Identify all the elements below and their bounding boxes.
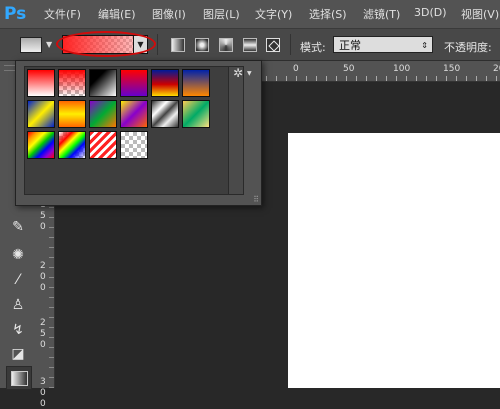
- chevron-down-icon[interactable]: ▼: [247, 70, 252, 77]
- ruler-tick-label: 0: [40, 388, 46, 398]
- ruler-tick-label: 0: [40, 222, 46, 232]
- gradient-preset-violet-green-orange[interactable]: [89, 100, 117, 128]
- gradient-preset-orange-yellow-orange[interactable]: [58, 100, 86, 128]
- gradient-preset-blue-orange[interactable]: [182, 69, 210, 97]
- ruler-tick-label: 100: [393, 64, 411, 74]
- gradient-preset-spectrum[interactable]: [27, 131, 55, 159]
- ruler-tick-label: 2: [40, 318, 46, 328]
- divider: [157, 34, 158, 55]
- spot-healing-icon[interactable]: ✺: [6, 244, 30, 266]
- menu-item[interactable]: 3D(D): [414, 6, 447, 19]
- angle-gradient-button[interactable]: [219, 38, 233, 52]
- menu-item[interactable]: 选择(S): [309, 6, 347, 22]
- ruler-tick-label: 0: [40, 283, 46, 293]
- gradient-preset-yellow-violet-orange[interactable]: [120, 100, 148, 128]
- linear-gradient-button[interactable]: [171, 38, 185, 52]
- gradient-preset-red-violet[interactable]: [120, 69, 148, 97]
- picker-scrollbar[interactable]: [228, 66, 244, 195]
- gradient-preset-black-white[interactable]: [89, 69, 117, 97]
- gradient-picker-panel: ✲ ▼ ⠿: [15, 60, 262, 206]
- annotation-ellipse: [56, 31, 156, 57]
- radial-gradient-button[interactable]: [195, 38, 209, 52]
- ruler-tick-label: 0: [40, 272, 46, 282]
- ruler-tick-label: 2: [40, 261, 46, 271]
- ruler-tick-label: 3: [40, 377, 46, 387]
- menu-item[interactable]: 编辑(E): [98, 6, 136, 22]
- menu-item[interactable]: 文字(Y): [255, 6, 292, 22]
- mode-select[interactable]: 正常 ⇕: [333, 36, 433, 53]
- gradient-preset-blue-red-yellow[interactable]: [151, 69, 179, 97]
- clone-stamp-icon[interactable]: ♙: [6, 294, 30, 316]
- tool-preset-picker[interactable]: [20, 37, 42, 53]
- gradient-preset-gold-green[interactable]: [182, 100, 210, 128]
- ruler-tick-label: 5: [40, 211, 46, 221]
- menu-bar: Ps 文件(F) 编辑(E) 图像(I) 图层(L) 文字(Y) 选择(S) 滤镜(T) 3D…: [0, 0, 500, 29]
- menu-item[interactable]: 图像(I): [152, 6, 186, 22]
- tool-preset-arrow-icon[interactable]: ▼: [46, 40, 52, 49]
- app-logo: Ps: [4, 4, 27, 24]
- gradient-preset-transparent-stripes[interactable]: [89, 131, 117, 159]
- diamond-gradient-button[interactable]: [266, 38, 280, 52]
- opacity-label: 不透明度:: [444, 41, 492, 54]
- menu-item[interactable]: 视图(V): [461, 6, 499, 22]
- divider: [290, 34, 291, 55]
- ruler-tick-label: 0: [293, 64, 299, 74]
- gradient-preset-red-transparent[interactable]: [58, 69, 86, 97]
- resize-grip-icon[interactable]: ⠿: [253, 195, 259, 204]
- gear-icon[interactable]: ✲: [233, 66, 243, 80]
- gradient-preset-red-white[interactable]: [27, 69, 55, 97]
- mode-value: 正常: [339, 39, 361, 52]
- reflected-gradient-button[interactable]: [243, 38, 257, 52]
- menu-item[interactable]: 滤镜(T): [363, 6, 400, 22]
- eyedropper-icon[interactable]: ✎: [6, 216, 30, 238]
- menu-item[interactable]: 图层(L): [203, 6, 240, 22]
- brush-icon[interactable]: ⁄: [6, 269, 30, 291]
- gradient-preset-transparent-rainbow[interactable]: [58, 131, 86, 159]
- gradient-preset-transparent[interactable]: [120, 131, 148, 159]
- gradient-preset-steel-bar[interactable]: [151, 100, 179, 128]
- history-brush-icon[interactable]: ↯: [6, 319, 30, 341]
- ruler-tick-label: 50: [343, 64, 355, 74]
- select-arrows-icon: ⇕: [421, 41, 428, 50]
- menu-item[interactable]: 文件(F): [44, 6, 81, 22]
- eraser-icon[interactable]: ◪: [6, 343, 30, 365]
- ruler-tick-label: 0: [40, 399, 46, 409]
- gradient-preset-blue-yellow-blue[interactable]: [27, 100, 55, 128]
- document-canvas[interactable]: [288, 133, 500, 388]
- mode-label: 模式:: [300, 41, 326, 54]
- ruler-tick-label: 150: [443, 64, 461, 74]
- gradient-presets-grid: [24, 66, 229, 195]
- ruler-tick-label: 0: [40, 340, 46, 350]
- ruler-tick-label: 5: [40, 329, 46, 339]
- gradient-icon[interactable]: [6, 366, 32, 390]
- ruler-tick-label: 200: [493, 64, 500, 74]
